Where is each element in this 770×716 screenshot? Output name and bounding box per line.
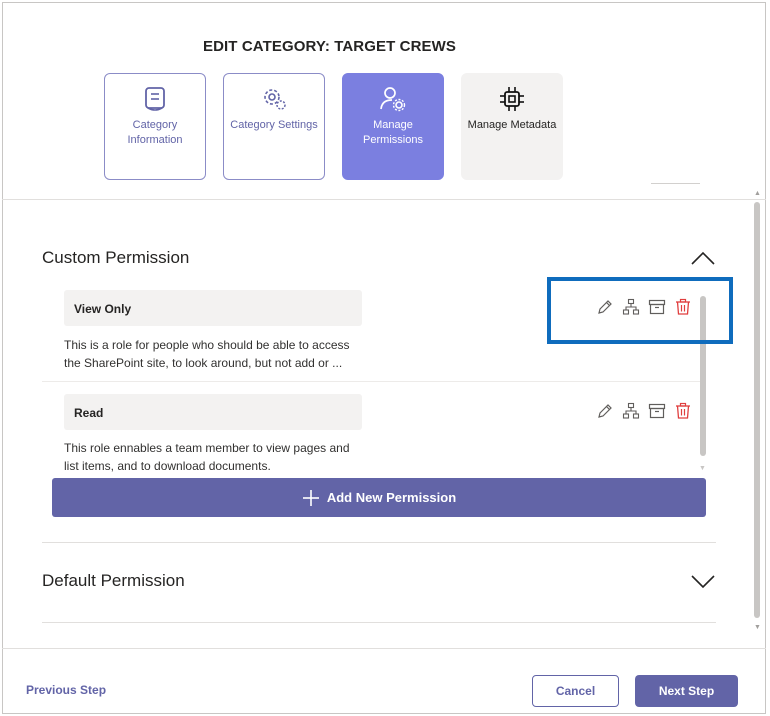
chip-icon <box>500 87 524 111</box>
permission-name: Read <box>64 394 362 430</box>
row-actions <box>596 402 696 422</box>
footer-divider <box>2 648 766 649</box>
section-divider <box>42 622 716 623</box>
edit-icon[interactable] <box>596 402 614 420</box>
permission-name: View Only <box>64 290 362 326</box>
chevron-down-icon[interactable] <box>690 574 716 590</box>
header-divider <box>2 199 766 200</box>
cancel-button[interactable]: Cancel <box>532 675 619 707</box>
gear-icon <box>264 89 286 110</box>
add-new-permission-button[interactable]: Add New Permission <box>52 478 706 517</box>
step-manage-metadata[interactable]: Manage Metadata <box>461 73 563 180</box>
permission-description: This role ennables a team member to view… <box>64 441 350 473</box>
tab-underline <box>651 183 700 184</box>
permission-description: This is a role for people who should be … <box>64 338 350 370</box>
step-label: Manage Metadata <box>467 119 557 131</box>
previous-step-link[interactable]: Previous Step <box>26 683 106 697</box>
next-step-button[interactable]: Next Step <box>635 675 738 707</box>
hierarchy-icon[interactable] <box>622 402 640 420</box>
default-permission-title: Default Permission <box>42 571 185 590</box>
form-icon <box>145 87 165 111</box>
delete-icon[interactable] <box>674 402 692 420</box>
scroll-down-arrow-icon[interactable]: ▼ <box>699 465 706 472</box>
scroll-up-arrow-icon[interactable]: ▲ <box>754 190 761 197</box>
step-manage-permissions[interactable]: Manage Permissions <box>342 73 444 180</box>
archive-icon[interactable] <box>648 402 666 420</box>
scroll-down-arrow-icon[interactable]: ▼ <box>754 624 761 631</box>
chevron-up-icon[interactable] <box>690 250 716 266</box>
add-new-permission-label: Add New Permission <box>326 490 457 505</box>
plus-icon <box>302 489 319 506</box>
actions-highlight-box <box>547 277 733 344</box>
step-category-settings[interactable]: Category Settings <box>223 73 325 180</box>
row-divider <box>42 381 700 382</box>
content-scrollbar[interactable] <box>754 202 760 618</box>
step-label: Manage Permissions <box>363 119 423 146</box>
step-label: Category Settings <box>230 119 318 131</box>
custom-permission-title: Custom Permission <box>42 248 190 267</box>
step-label: Category Information <box>127 119 183 146</box>
step-category-information[interactable]: Category Information <box>104 73 206 180</box>
person-gear-icon <box>380 87 406 112</box>
section-divider <box>42 542 716 543</box>
dialog-title: EDIT CATEGORY: TARGET CREWS <box>203 38 456 55</box>
